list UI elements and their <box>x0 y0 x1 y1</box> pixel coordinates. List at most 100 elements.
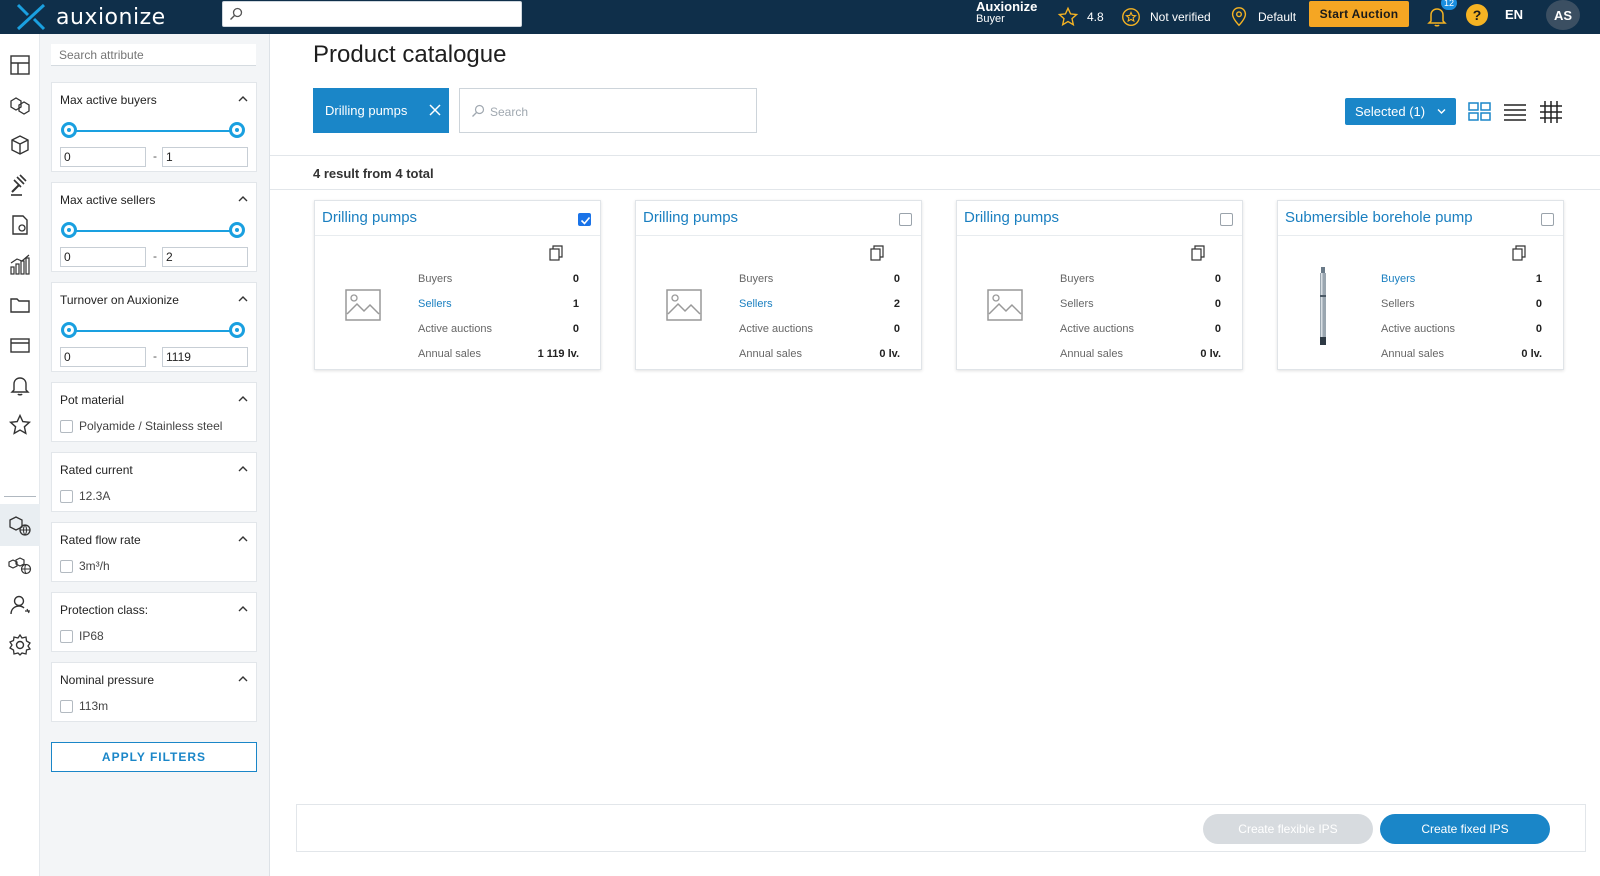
start-auction-button[interactable]: Start Auction <box>1309 1 1409 27</box>
filter-title: Protection class: <box>60 603 149 617</box>
create-flexible-ips-button[interactable]: Create flexible IPS <box>1203 814 1373 844</box>
filter-option-checkbox[interactable] <box>60 700 73 713</box>
product-card[interactable]: Drilling pumps Buyers 0 Sellers 0 Active… <box>956 200 1243 370</box>
grid-view-icon[interactable] <box>1467 100 1493 124</box>
range-min-handle[interactable] <box>61 322 77 338</box>
product-title[interactable]: Drilling pumps <box>643 209 738 226</box>
product-card[interactable]: Submersible borehole pump Buyers 1 Selle… <box>1277 200 1564 370</box>
table-view-icon[interactable] <box>1538 100 1564 124</box>
product-catalogue-icon[interactable] <box>8 513 32 537</box>
range-max-input[interactable]: 2 <box>162 247 248 267</box>
sellers-label[interactable]: Sellers <box>418 298 452 310</box>
global-products-icon[interactable] <box>8 553 32 577</box>
sellers-value: 0 <box>1214 298 1221 310</box>
chevron-up-icon[interactable] <box>238 395 248 403</box>
copy-icon[interactable] <box>870 245 884 261</box>
range-min-input[interactable]: 0 <box>60 247 146 267</box>
chevron-up-icon[interactable] <box>238 605 248 613</box>
chevron-up-icon[interactable] <box>238 195 248 203</box>
annual-sales-label: Annual sales <box>739 348 802 360</box>
selected-dropdown-button[interactable]: Selected (1) <box>1345 98 1456 125</box>
range-max-input[interactable]: 1 <box>162 147 248 167</box>
copy-icon[interactable] <box>1191 245 1205 261</box>
card-divider <box>315 235 600 236</box>
user-info[interactable]: Auxionize Buyer <box>976 0 1038 25</box>
range-min-handle[interactable] <box>61 222 77 238</box>
avatar[interactable]: AS <box>1546 0 1580 30</box>
close-icon[interactable] <box>429 104 441 116</box>
filter-title: Rated current <box>60 463 133 477</box>
sellers-label: Sellers <box>1381 298 1415 310</box>
products-icon[interactable] <box>8 93 32 117</box>
product-title[interactable]: Drilling pumps <box>322 209 417 226</box>
analytics-icon[interactable] <box>8 253 32 277</box>
auction-gavel-icon[interactable] <box>8 173 32 197</box>
chevron-up-icon[interactable] <box>238 95 248 103</box>
global-search-input[interactable] <box>222 1 522 27</box>
product-title[interactable]: Submersible borehole pump <box>1285 209 1473 226</box>
filter-turnover-on-auxionize: Turnover on Auxionize 0 - 1119 <box>51 282 257 372</box>
create-fixed-ips-button[interactable]: Create fixed IPS <box>1380 814 1550 844</box>
chevron-up-icon[interactable] <box>238 675 248 683</box>
product-select-checkbox[interactable] <box>578 213 591 226</box>
range-max-handle[interactable] <box>229 122 245 138</box>
bell-icon[interactable] <box>8 373 32 397</box>
attribute-search-input[interactable] <box>51 44 256 66</box>
range-max-input[interactable]: 1119 <box>162 347 248 367</box>
product-select-checkbox[interactable] <box>1220 213 1233 226</box>
category-chip[interactable]: Drilling pumps <box>313 88 449 133</box>
product-select-checkbox[interactable] <box>899 213 912 226</box>
star-icon <box>1057 6 1079 27</box>
verification-status[interactable]: Not verified <box>1120 0 1211 34</box>
filter-title: Max active buyers <box>60 93 157 107</box>
settings-icon[interactable] <box>8 633 32 657</box>
buyers-label[interactable]: Buyers <box>1381 273 1415 285</box>
list-view-icon[interactable] <box>1502 100 1528 124</box>
range-max-handle[interactable] <box>229 322 245 338</box>
chevron-up-icon[interactable] <box>238 465 248 473</box>
buyers-label: Buyers <box>418 273 453 285</box>
product-card[interactable]: Drilling pumps Buyers 0 Sellers 1 Active… <box>314 200 601 370</box>
star-icon[interactable] <box>8 413 32 437</box>
folder-icon[interactable] <box>8 293 32 317</box>
box-icon[interactable] <box>8 133 32 157</box>
location-selector[interactable]: Default <box>1228 0 1296 34</box>
sellers-label[interactable]: Sellers <box>739 298 773 310</box>
apply-filters-button[interactable]: APPLY FILTERS <box>51 742 257 772</box>
buyers-value: 0 <box>893 273 900 285</box>
search-placeholder: Search <box>490 105 529 119</box>
card-icon[interactable] <box>8 333 32 357</box>
user-name: Auxionize <box>976 0 1038 14</box>
active-auctions-label: Active auctions <box>1060 323 1134 335</box>
chevron-up-icon[interactable] <box>238 295 248 303</box>
copy-icon[interactable] <box>1512 245 1526 261</box>
filter-option-checkbox[interactable] <box>60 490 73 503</box>
chevron-up-icon[interactable] <box>238 535 248 543</box>
range-min-input[interactable]: 0 <box>60 147 146 167</box>
product-card[interactable]: Drilling pumps Buyers 0 Sellers 2 Active… <box>635 200 922 370</box>
range-max-handle[interactable] <box>229 222 245 238</box>
language-selector[interactable]: EN <box>1505 0 1523 28</box>
help-icon[interactable]: ? <box>1466 4 1488 26</box>
copy-icon[interactable] <box>549 245 563 261</box>
filter-pot-material: Pot material Polyamide / Stainless steel <box>51 382 257 442</box>
product-select-checkbox[interactable] <box>1541 213 1554 226</box>
range-min-input[interactable]: 0 <box>60 347 146 367</box>
filter-option-checkbox[interactable] <box>60 560 73 573</box>
active-auctions-value: 0 <box>893 323 900 335</box>
filter-option-checkbox[interactable] <box>60 630 73 643</box>
filter-option-checkbox[interactable] <box>60 420 73 433</box>
filter-nominal-pressure: Nominal pressure 113m <box>51 662 257 722</box>
catalogue-search-input[interactable]: Search <box>459 88 757 133</box>
buyers-value: 0 <box>572 273 579 285</box>
product-title[interactable]: Drilling pumps <box>964 209 1059 226</box>
annual-sales-value: 0 lv. <box>879 348 900 360</box>
rating[interactable]: 4.8 <box>1057 0 1104 34</box>
logo[interactable]: auxionize <box>16 2 166 32</box>
annual-sales-label: Annual sales <box>1060 348 1123 360</box>
documents-icon[interactable] <box>8 213 32 237</box>
user-icon[interactable] <box>8 593 32 617</box>
dashboard-icon[interactable] <box>8 53 32 77</box>
range-min-handle[interactable] <box>61 122 77 138</box>
checkmark-icon <box>580 216 591 225</box>
